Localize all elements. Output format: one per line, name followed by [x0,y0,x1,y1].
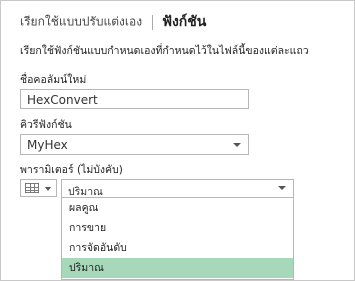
chevron-down-icon [278,186,286,190]
parameter-column-select[interactable]: ปริมาณ [61,179,294,198]
page-title: ฟังก์ชัน [162,14,207,30]
chevron-down-icon [45,187,51,191]
new-column-name-input[interactable]: HexConvert [20,89,249,109]
column-table-icon [25,183,39,193]
function-query-select[interactable]: MyHex [20,134,249,155]
function-query-label: คิวรีฟังก์ชัน [20,119,72,131]
dropdown-option[interactable]: การจัดอันดับ [62,238,293,258]
dropdown-option[interactable]: การขาย [62,218,293,238]
title-divider [152,14,154,30]
function-query-value: MyHex [27,138,68,152]
parameter-label: พารามิเตอร์ (ไม่บังคับ) [20,164,123,176]
chevron-down-icon [233,143,241,147]
dialog-description: เรียกใช้ฟังก์ชันแบบกำหนดเองที่กำหนดไว้ใน… [20,45,309,57]
breadcrumb: เรียกใช้แบบปรับแต่งเอง [20,14,143,29]
new-column-name-label: ชื่อคอลัมน์ใหม่ [20,74,87,86]
dropdown-option[interactable]: ผลคูณ [62,198,293,218]
parameter-type-button[interactable] [20,179,57,197]
dropdown-option-selected[interactable]: ปริมาณ [62,258,293,278]
parameter-dropdown-list: ผลคูณ การขาย การจัดอันดับ ปริมาณ [61,198,294,280]
dialog-header: เรียกใช้แบบปรับแต่งเอง ฟังก์ชัน [20,11,206,31]
invoke-custom-function-dialog: เรียกใช้แบบปรับแต่งเอง ฟังก์ชัน เรียกใช้ฟ… [0,0,355,281]
